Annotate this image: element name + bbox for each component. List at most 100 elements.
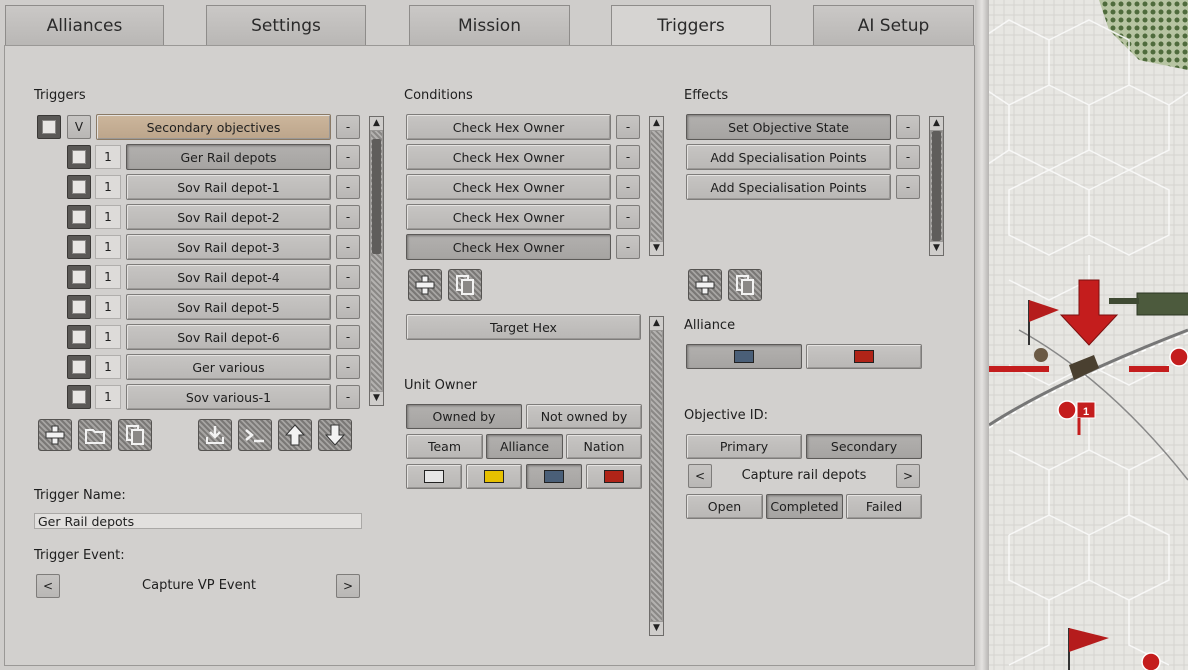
trigger-order[interactable]: 1 [95,145,121,169]
trigger-name-input[interactable]: Ger Rail depots [34,513,362,529]
scroll-down-arrow-icon[interactable]: ▼ [370,392,383,405]
scroll-up-arrow-icon[interactable]: ▲ [930,117,943,130]
trigger-remove-button[interactable]: - [336,355,360,379]
condition-item[interactable]: Check Hex Owner [406,114,611,140]
group-remove-button[interactable]: - [336,115,360,139]
effect-remove-button[interactable]: - [896,115,920,139]
effect-remove-button[interactable]: - [896,145,920,169]
trigger-checkbox[interactable] [67,355,91,379]
primary-button[interactable]: Primary [686,434,802,459]
condition-item[interactable]: Check Hex Owner [406,204,611,230]
game-map[interactable]: 1 [989,0,1188,670]
scroll-down-arrow-icon[interactable]: ▼ [930,242,943,255]
conditions-scrollbar[interactable]: ▲ ▼ [649,116,664,256]
trigger-remove-button[interactable]: - [336,145,360,169]
scroll-down-arrow-icon[interactable]: ▼ [650,242,663,255]
target-hex-button[interactable]: Target Hex [406,314,641,340]
state-failed-button[interactable]: Failed [846,494,922,519]
condition-remove-button[interactable]: - [616,145,640,169]
add-trigger-button[interactable] [38,419,72,451]
group-collapse-toggle[interactable]: V [67,115,91,139]
event-prev-button[interactable]: < [36,574,60,598]
nation-button[interactable]: Nation [566,434,642,459]
condition-item[interactable]: Check Hex Owner [406,174,611,200]
condition-remove-button[interactable]: - [616,115,640,139]
scrollbar-thumb[interactable] [372,139,381,254]
copy-trigger-button[interactable] [118,419,152,451]
add-effect-button[interactable] [688,269,722,301]
trigger-order[interactable]: 1 [95,175,121,199]
secondary-button[interactable]: Secondary [806,434,922,459]
condition-remove-button[interactable]: - [616,235,640,259]
tab-settings[interactable]: Settings [206,5,366,45]
objective-next-button[interactable]: > [896,464,920,488]
group-checkbox[interactable] [37,115,61,139]
trigger-checkbox[interactable] [67,175,91,199]
effect-remove-button[interactable]: - [896,175,920,199]
owner-color-button[interactable] [526,464,582,489]
tab-alliances[interactable]: Alliances [5,5,164,45]
trigger-checkbox[interactable] [67,295,91,319]
trigger-order[interactable]: 1 [95,235,121,259]
copy-effect-button[interactable] [728,269,762,301]
trigger-order[interactable]: 1 [95,265,121,289]
move-down-button[interactable] [318,419,352,451]
effects-scrollbar[interactable]: ▲ ▼ [929,116,944,256]
trigger-item[interactable]: Sov Rail depot-5 [126,294,331,320]
trigger-checkbox[interactable] [67,235,91,259]
scroll-down-arrow-icon[interactable]: ▼ [650,622,663,635]
trigger-remove-button[interactable]: - [336,265,360,289]
effect-item[interactable]: Add Specialisation Points [686,144,891,170]
scroll-up-arrow-icon[interactable]: ▲ [370,117,383,130]
trigger-checkbox[interactable] [67,205,91,229]
move-up-button[interactable] [278,419,312,451]
import-trigger-button[interactable] [198,419,232,451]
trigger-order[interactable]: 1 [95,205,121,229]
triggers-scrollbar[interactable]: ▲ ▼ [369,116,384,406]
owner-color-button[interactable] [466,464,522,489]
effect-item[interactable]: Set Objective State [686,114,891,140]
state-open-button[interactable]: Open [686,494,763,519]
trigger-checkbox[interactable] [67,325,91,349]
trigger-item[interactable]: Sov Rail depot-2 [126,204,331,230]
state-completed-button[interactable]: Completed [766,494,843,519]
trigger-remove-button[interactable]: - [336,295,360,319]
trigger-order[interactable]: 1 [95,355,121,379]
scroll-up-arrow-icon[interactable]: ▲ [650,117,663,130]
alliance-color-button[interactable] [806,344,922,369]
trigger-item[interactable]: Sov Rail depot-6 [126,324,331,350]
add-condition-button[interactable] [408,269,442,301]
condition-remove-button[interactable]: - [616,175,640,199]
trigger-remove-button[interactable]: - [336,205,360,229]
condition-item[interactable]: Check Hex Owner [406,144,611,170]
console-button[interactable] [238,419,272,451]
trigger-item[interactable]: Sov Rail depot-4 [126,264,331,290]
effect-item[interactable]: Add Specialisation Points [686,174,891,200]
scroll-up-arrow-icon[interactable]: ▲ [650,317,663,330]
owned-by-button[interactable]: Owned by [406,404,522,429]
trigger-checkbox[interactable] [67,265,91,289]
owner-color-button[interactable] [406,464,462,489]
alliance-color-button[interactable] [686,344,802,369]
trigger-item[interactable]: Ger various [126,354,331,380]
tab-mission[interactable]: Mission [409,5,570,45]
trigger-remove-button[interactable]: - [336,235,360,259]
trigger-item[interactable]: Sov Rail depot-1 [126,174,331,200]
objective-prev-button[interactable]: < [688,464,712,488]
owner-color-button[interactable] [586,464,642,489]
trigger-item[interactable]: Sov Rail depot-3 [126,234,331,260]
trigger-item[interactable]: Sov various-1 [126,384,331,410]
trigger-item[interactable]: Ger Rail depots [126,144,331,170]
trigger-order[interactable]: 1 [95,295,121,319]
group-secondary-objectives[interactable]: Secondary objectives [96,114,331,140]
tab-ai-setup[interactable]: AI Setup [813,5,974,45]
copy-condition-button[interactable] [448,269,482,301]
trigger-order[interactable]: 1 [95,385,121,409]
alliance-button[interactable]: Alliance [486,434,563,459]
trigger-checkbox[interactable] [67,385,91,409]
trigger-remove-button[interactable]: - [336,175,360,199]
trigger-remove-button[interactable]: - [336,385,360,409]
condition-remove-button[interactable]: - [616,205,640,229]
event-next-button[interactable]: > [336,574,360,598]
not-owned-by-button[interactable]: Not owned by [526,404,642,429]
